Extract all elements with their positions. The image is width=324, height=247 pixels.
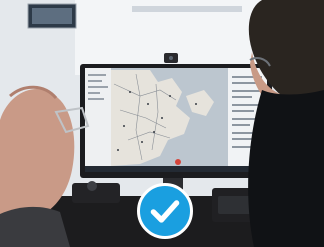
right-speaker-grille <box>218 196 252 214</box>
person-right <box>248 0 324 247</box>
checkmark-badge <box>137 183 193 239</box>
photo <box>0 0 324 247</box>
person-left-shoulder <box>0 206 70 247</box>
screen-taskbar <box>85 166 267 172</box>
wall-picture-inner <box>32 8 72 24</box>
left-device-knob <box>87 181 97 191</box>
map-pin <box>175 159 181 165</box>
screen-side-panel <box>85 68 111 172</box>
shelf <box>132 6 242 12</box>
webcam-lens <box>169 56 173 60</box>
checkmark-icon <box>150 200 180 223</box>
person-right-jacket <box>248 90 324 247</box>
